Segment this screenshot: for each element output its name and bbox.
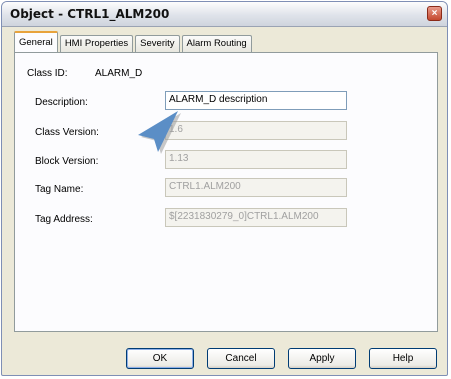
tab-severity[interactable]: Severity	[135, 35, 180, 52]
window-title: Object - CTRL1_ALM200	[10, 7, 170, 21]
block-version-label: Block Version:	[35, 156, 99, 167]
class-version-label: Class Version:	[35, 127, 99, 138]
apply-button[interactable]: Apply	[288, 348, 356, 369]
tag-address-label: Tag Address:	[35, 214, 93, 225]
help-button[interactable]: Help	[369, 348, 437, 369]
tab-general[interactable]: General	[14, 31, 58, 52]
class-id-label: Class ID:	[27, 68, 68, 79]
description-field[interactable]: ALARM_D description	[165, 91, 347, 110]
tab-alarm-routing[interactable]: Alarm Routing	[181, 35, 252, 52]
pointer-arrow-icon	[138, 111, 181, 154]
tag-name-field: CTRL1.ALM200	[165, 178, 347, 197]
class-id-value: ALARM_D	[95, 68, 143, 79]
ok-button[interactable]: OK	[126, 348, 194, 369]
close-icon: ×	[431, 8, 438, 19]
description-label: Description:	[35, 97, 88, 108]
tag-name-label: Tag Name:	[35, 184, 84, 195]
title-bar[interactable]: Object - CTRL1_ALM200 ×	[2, 2, 447, 27]
block-version-field: 1.13	[165, 150, 347, 169]
close-button[interactable]: ×	[427, 6, 442, 21]
class-version-field: 1.6	[165, 121, 347, 140]
cancel-button[interactable]: Cancel	[207, 348, 275, 369]
tab-hmi-properties[interactable]: HMI Properties	[59, 35, 134, 52]
dialog-window: Object - CTRL1_ALM200 × General HMI Prop…	[1, 1, 448, 376]
general-panel: Class ID: ALARM_D Description: ALARM_D d…	[14, 52, 438, 332]
tab-strip: General HMI Properties Severity Alarm Ro…	[14, 31, 254, 52]
tag-address-field: $[2231830279_0]CTRL1.ALM200	[165, 208, 347, 227]
